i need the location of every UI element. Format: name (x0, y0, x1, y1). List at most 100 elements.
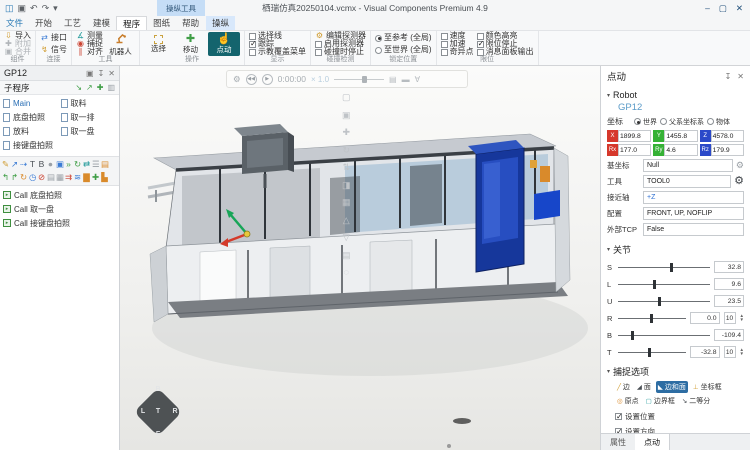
save-icon[interactable]: ▣ (18, 4, 27, 13)
statement-icon[interactable]: ☰ (92, 160, 99, 169)
snap-face-chip[interactable]: ◢面 (635, 381, 653, 393)
tab-process[interactable]: 工艺 (58, 16, 87, 30)
statement-icon[interactable]: ↰ (2, 173, 9, 182)
statement-icon[interactable]: ▤ (47, 173, 54, 182)
tool-gear-icon[interactable]: ⚙ (734, 176, 744, 187)
rz-input[interactable]: 179.9 (711, 144, 744, 156)
tab-home[interactable]: 开始 (29, 16, 58, 30)
subroutine-item[interactable]: 接键盘拍照 (3, 139, 59, 152)
y-input[interactable]: 1455.8 (664, 130, 697, 142)
select-button[interactable]: 选择 (144, 32, 173, 56)
lock-to-world-radio[interactable]: 至世界 (全局) (375, 46, 432, 54)
joint-u-slider[interactable] (618, 301, 710, 302)
viewport-tool-icon[interactable]: △ (342, 215, 351, 225)
nav-right-label[interactable]: R (170, 408, 180, 415)
coord-mode-world[interactable]: 世界 (634, 117, 657, 127)
jog-button[interactable]: ☝ 点动 (208, 32, 240, 56)
subroutine-expand-icon[interactable]: ↗ (86, 83, 93, 92)
statement-icon[interactable]: ✚ (92, 173, 99, 182)
3d-viewport[interactable]: ⚙ ◀◀ ▶ 0:00:00 × 1.0 ▤ ▬ ∀ ▢ ▣ ✚ ↻ ⇅ ◨ ▦… (120, 66, 600, 450)
joint-l-value[interactable]: 9.6 (714, 278, 744, 290)
statement-icon[interactable]: ▇ (83, 173, 90, 182)
x-input[interactable]: 1899.8 (618, 130, 651, 142)
sim-settings-icon[interactable]: ⚙ (233, 74, 241, 85)
statement-icon[interactable]: ▙ (101, 173, 108, 182)
statement-icon[interactable]: ✎ (2, 160, 9, 169)
redo-icon[interactable]: ↷ (42, 4, 50, 13)
statement-icon[interactable]: ⇉ (65, 173, 72, 182)
tab-properties[interactable]: 属性 (601, 434, 635, 450)
panel-close-icon[interactable]: ✕ (737, 72, 744, 81)
subroutine-item[interactable]: 取一盘 (61, 125, 117, 138)
statement-icon[interactable]: » (65, 160, 72, 169)
viewport-tool-icon[interactable]: ▢ (342, 92, 351, 102)
copy-subroutine-icon[interactable]: ▥ (107, 83, 115, 92)
approach-axis-dropdown[interactable]: +Z (643, 191, 744, 204)
call-statement[interactable]: ▸Call 底盘拍照 (3, 189, 116, 201)
joint-r-spinner[interactable]: ▲▼ (740, 314, 744, 323)
statement-icon[interactable]: ● (47, 160, 54, 169)
viewport-tool-icon[interactable]: ◨ (342, 180, 351, 190)
align-button[interactable]: ∥ 对齐 (76, 48, 103, 56)
snap-frame-chip[interactable]: ⊥坐标框 (691, 381, 724, 393)
tab-drawing[interactable]: 图纸 (147, 16, 176, 30)
record-video-icon[interactable]: ▬ (402, 75, 410, 84)
statement-icon[interactable]: ≋ (74, 173, 81, 182)
panel-close-icon[interactable]: ✕ (108, 69, 115, 78)
viewport-tool-icon[interactable]: ◌ (342, 267, 351, 277)
snap-edge-chip[interactable]: ╱边 (615, 381, 632, 393)
tab-program[interactable]: 程序 (116, 16, 147, 30)
interface-button[interactable]: ⇄ 接口 (40, 34, 67, 42)
set-orientation-checkbox[interactable]: 设置方向 (615, 426, 744, 433)
viewport-tool-icon[interactable]: ↻ (342, 145, 351, 155)
statement-icon[interactable]: ↱ (11, 173, 18, 182)
show-teach-overlay-checkbox[interactable]: 示教覆盖菜单 (249, 48, 306, 56)
maximize-icon[interactable]: ▢ (719, 3, 727, 14)
set-position-checkbox[interactable]: 设置位置 (615, 411, 744, 422)
ry-input[interactable]: 4.6 (664, 144, 697, 156)
statement-icon[interactable]: ⇢ (20, 160, 27, 169)
undo-icon[interactable]: ↶ (30, 4, 38, 13)
call-statement[interactable]: ▸Call 取一盘 (3, 203, 116, 215)
external-tcp-dropdown[interactable]: False (643, 223, 744, 236)
tab-help[interactable]: 帮助 (176, 16, 205, 30)
viewport-tool-icon[interactable]: ▤ (342, 250, 351, 260)
close-icon[interactable]: ✕ (736, 3, 743, 14)
joint-u-value[interactable]: 23.5 (714, 295, 744, 307)
sim-speed-slider[interactable] (334, 79, 384, 80)
snap-bounding-box-chip[interactable]: ▢边界框 (644, 395, 677, 407)
rx-input[interactable]: 177.0 (618, 144, 651, 156)
joint-l-slider[interactable] (618, 284, 710, 285)
z-input[interactable]: 4578.0 (711, 130, 744, 142)
statement-icon[interactable]: ⊘ (38, 173, 45, 182)
coord-mode-object[interactable]: 物体 (707, 117, 730, 127)
nav-left-label[interactable]: L (138, 408, 148, 415)
configuration-dropdown[interactable]: FRONT, UP, NOFLIP (643, 207, 744, 220)
merge-button[interactable]: ▣ 合并 (4, 48, 31, 56)
joint-t-slider[interactable] (618, 352, 686, 353)
statement-icon[interactable]: ↻ (74, 160, 81, 169)
quick-access-more-icon[interactable]: ▾ (53, 4, 58, 13)
minimize-icon[interactable]: – (705, 3, 710, 14)
snap-options-section-header[interactable]: ▾ 捕捉选项 (607, 365, 744, 378)
snap-origin-chip[interactable]: ◎原点 (615, 395, 641, 407)
joint-b-slider[interactable] (618, 335, 710, 336)
subroutine-item-main[interactable]: Main (3, 97, 59, 110)
limits-message-output-checkbox[interactable]: 消息面板输出 (477, 48, 534, 56)
base-frame-dropdown[interactable]: Null (643, 159, 733, 172)
app-icon[interactable]: ◫ (5, 4, 14, 13)
robot-button[interactable]: 机器人 (106, 32, 135, 56)
call-statement[interactable]: ▸Call 接键盘拍照 (3, 217, 116, 229)
nav-front-label[interactable]: F (153, 431, 163, 438)
statement-icon[interactable]: ↻ (20, 173, 27, 182)
tool-dropdown[interactable]: TOOL0 (643, 175, 731, 188)
subroutine-item[interactable]: 取料 (61, 97, 117, 110)
statement-icon[interactable]: T (29, 160, 36, 169)
statement-icon[interactable]: ▣ (56, 160, 63, 169)
panel-restore-icon[interactable]: ▣ (86, 69, 94, 78)
joint-b-value[interactable]: -109.4 (714, 329, 744, 341)
tab-modeling[interactable]: 建模 (87, 16, 116, 30)
statement-icon[interactable]: ◷ (29, 173, 36, 182)
move-button[interactable]: ✚ 移动 (176, 32, 205, 56)
subroutine-item[interactable]: 底盘拍照 (3, 111, 59, 124)
